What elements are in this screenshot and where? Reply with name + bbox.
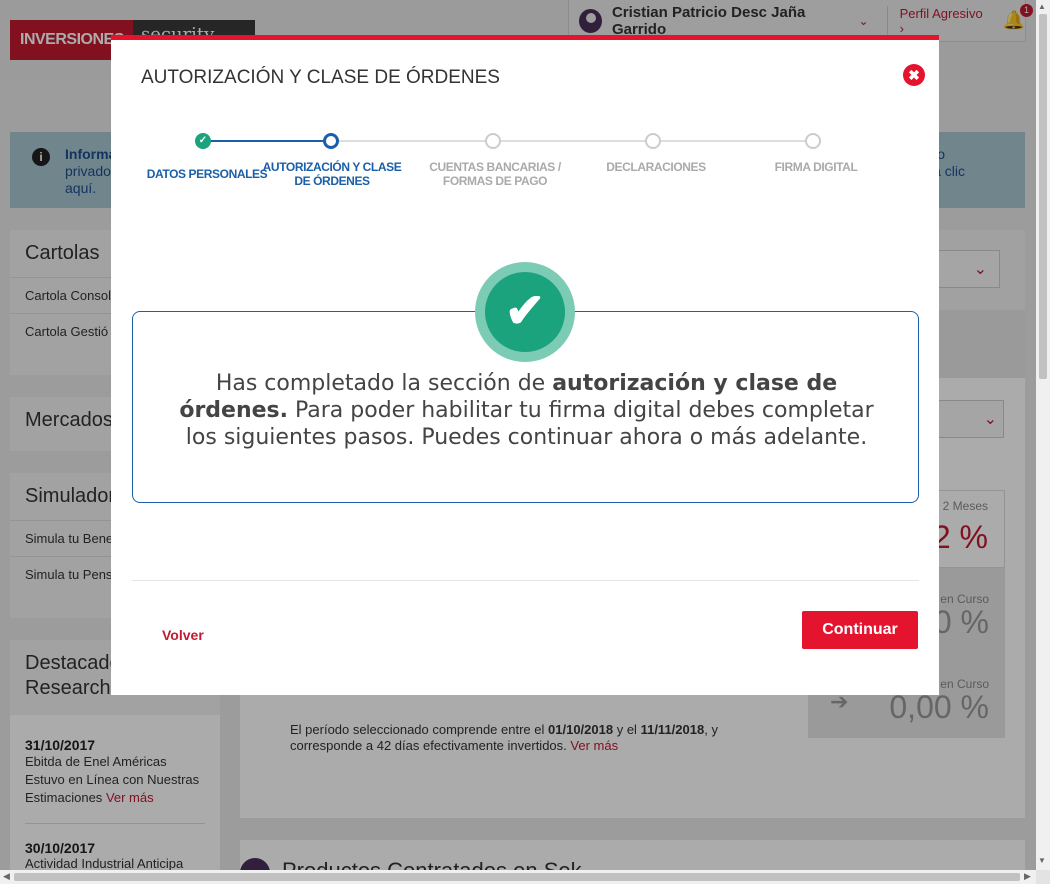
step-4-dot	[645, 133, 661, 149]
step-4-label: DECLARACIONES	[606, 160, 706, 174]
modal-divider	[132, 580, 919, 581]
step-5-label: FIRMA DIGITAL	[774, 160, 858, 174]
step-1-label: DATOS PERSONALES	[146, 167, 268, 181]
scroll-down-icon[interactable]: ▼	[1038, 856, 1046, 865]
step-2-dot	[323, 133, 339, 149]
back-button[interactable]: Volver	[162, 627, 204, 643]
scrollbar-thumb[interactable]	[1039, 14, 1047, 379]
progress-stepper: ✓ DATOS PERSONALES AUTORIZACIÓN Y CLASE …	[111, 130, 939, 210]
close-icon[interactable]: ✖	[903, 64, 925, 86]
step-3-dot	[485, 133, 501, 149]
scroll-right-icon[interactable]: ▶	[1024, 871, 1031, 882]
step-1-check-icon: ✓	[195, 133, 211, 149]
stepper-line-complete	[203, 140, 331, 142]
hscrollbar-thumb[interactable]	[14, 873, 1020, 881]
step-5-dot	[805, 133, 821, 149]
scroll-up-icon[interactable]: ▲	[1038, 2, 1046, 11]
vertical-scrollbar[interactable]: ▲ ▼	[1036, 0, 1050, 870]
step-2-label: AUTORIZACIÓN Y CLASE DE ÓRDENES	[262, 160, 402, 188]
completion-message: Has completado la sección de autorizació…	[163, 370, 890, 451]
authorization-modal: AUTORIZACIÓN Y CLASE DE ÓRDENES ✖ ✓ DATO…	[111, 35, 939, 695]
modal-title: AUTORIZACIÓN Y CLASE DE ÓRDENES	[141, 67, 500, 88]
stepper-line-pending	[333, 140, 813, 142]
success-check-icon: ✔	[475, 262, 575, 362]
message-post: Para poder habilitar tu firma digital de…	[185, 398, 874, 450]
horizontal-scrollbar[interactable]: ◀ ▶	[0, 870, 1036, 884]
scroll-left-icon[interactable]: ◀	[3, 871, 10, 882]
step-3-label: CUENTAS BANCARIAS / FORMAS DE PAGO	[429, 160, 561, 188]
check-icon: ✔	[485, 272, 565, 352]
continue-button[interactable]: Continuar	[802, 611, 918, 649]
message-pre: Has completado la sección de	[215, 371, 553, 396]
